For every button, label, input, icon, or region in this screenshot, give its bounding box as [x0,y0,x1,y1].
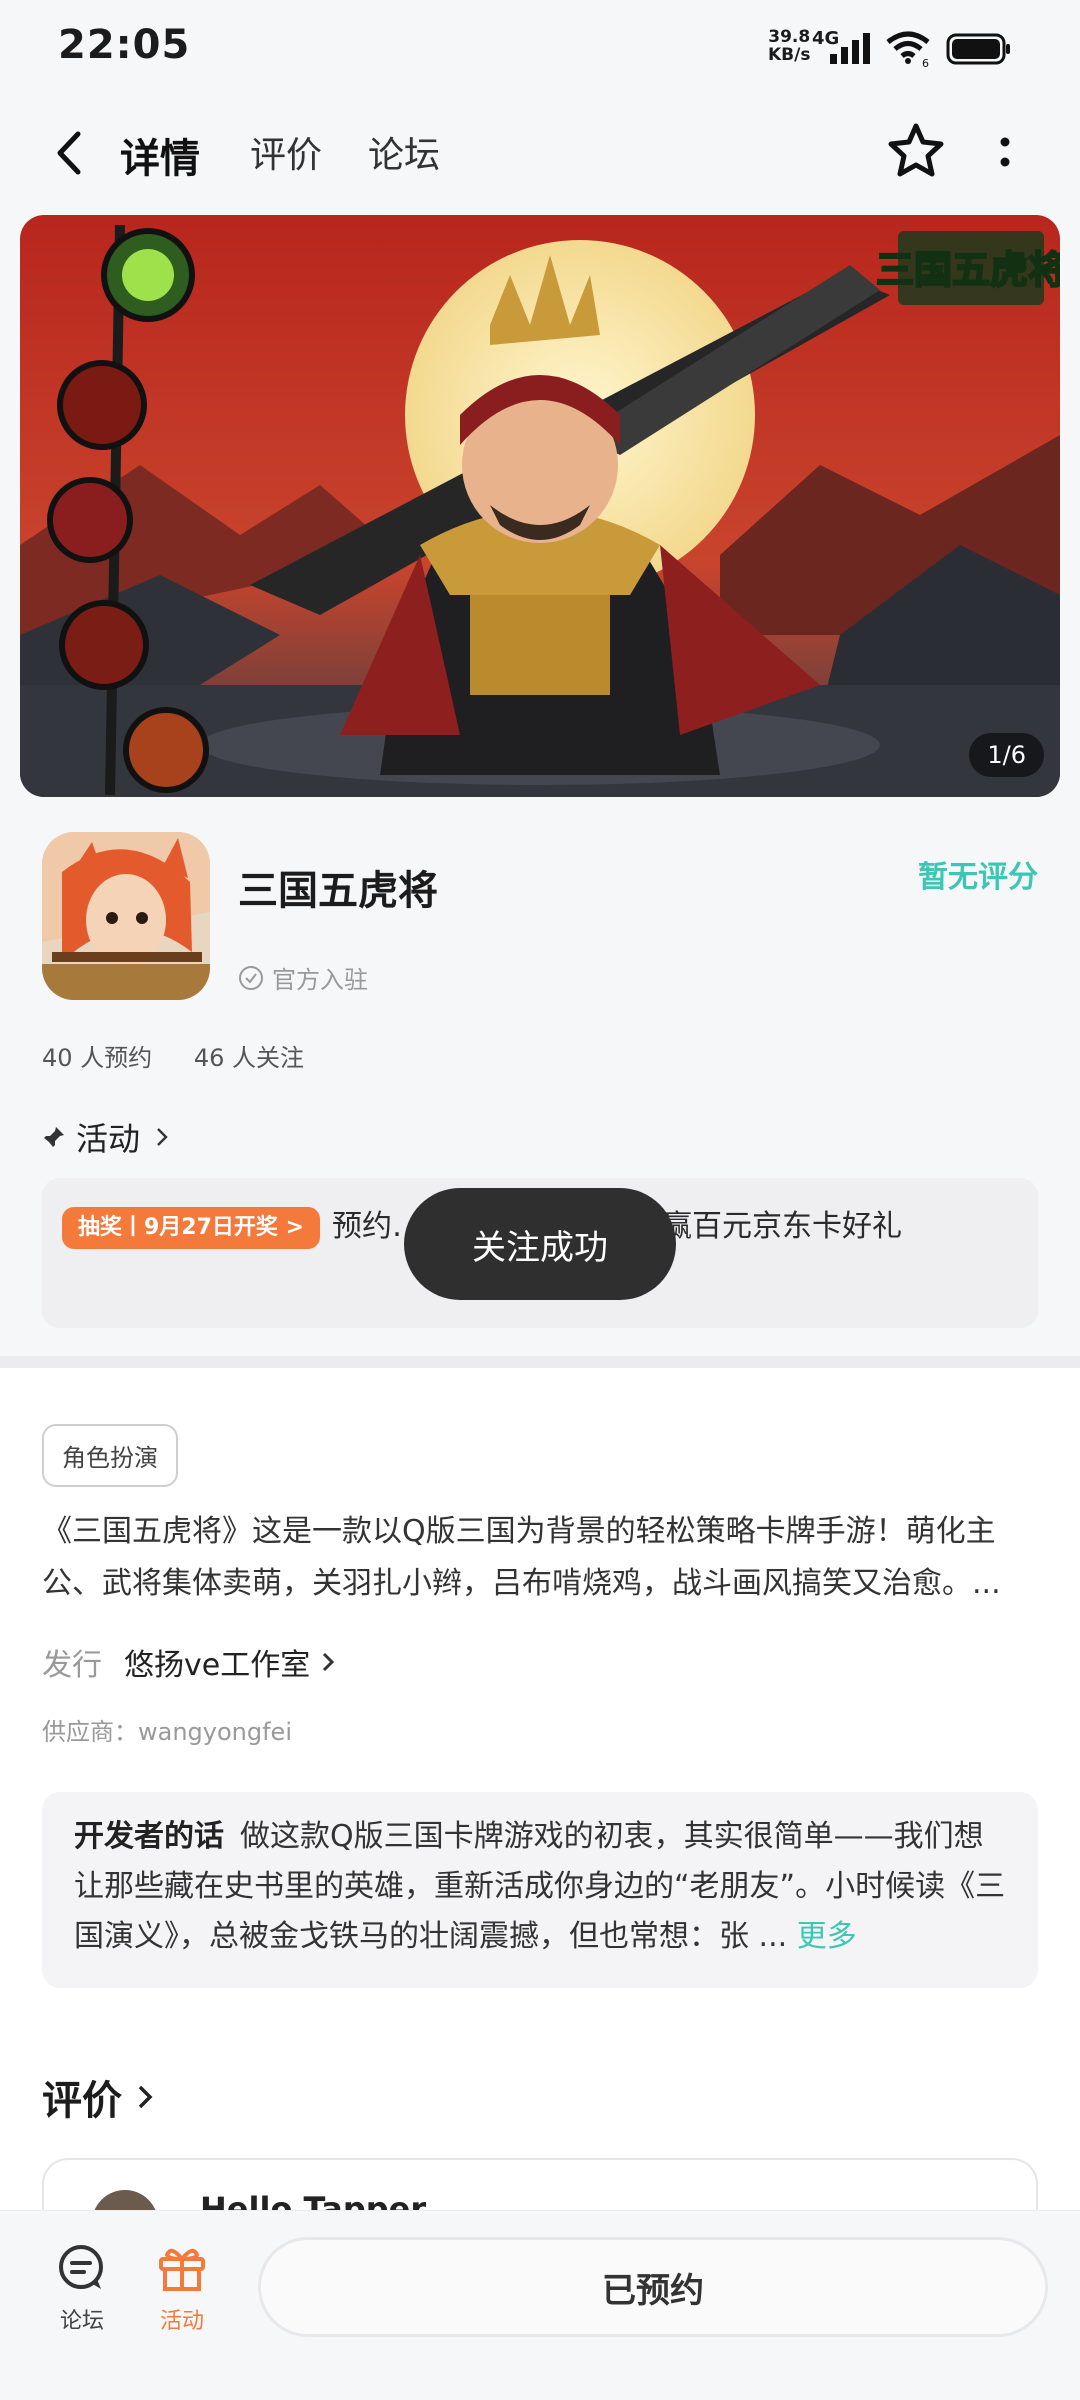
lottery-badge: 抽奖丨9月27日开奖 > [62,1206,321,1249]
carousel-counter: 1/6 [969,733,1044,777]
game-app-icon [42,832,210,1000]
tab-reviews[interactable]: 评价 [250,126,322,178]
activity-section-header[interactable]: 活动 [42,1114,174,1160]
toast-notification: 关注成功 [404,1188,676,1300]
bottom-activity-button[interactable]: 活动 [142,2241,222,2335]
reserved-button[interactable]: 已预约 [258,2237,1048,2337]
back-arrow-icon[interactable] [50,128,90,178]
signal-icon [830,33,870,64]
game-title: 三国五虎将 [238,868,438,914]
official-badge: 官方入驻 [238,960,368,995]
banner-artwork: 三国五虎将 [20,215,1060,797]
battery-icon [946,33,1010,65]
chevron-right-icon [157,1128,168,1146]
genre-tag[interactable]: 角色扮演 [42,1424,178,1487]
gift-icon [159,2248,205,2291]
top-navigation: 详情 评价 论坛 [0,110,1080,200]
publisher-label: 发行 [42,1648,102,1683]
reservation-count: 40 人预约 [42,1044,153,1072]
app-detail-page: 22:05 39.8 KB/s 4G 6 详情 评价 论坛 三国五虎将 1/6 … [0,0,1080,2400]
banner-title-art: 三国五虎将 [876,248,1060,292]
developer-note-card[interactable]: 开发者的话 做这款Q版三国卡牌游戏的初衷，其实很简单——我们想让那些藏在史书里的英… [42,1792,1038,1988]
reviews-section-header[interactable]: 评价 [42,2068,156,2126]
bottom-action-bar: 论坛 活动 已预约 [0,2210,1080,2400]
verified-check-icon [239,965,263,990]
svg-text:6: 6 [922,57,929,68]
screenshot-carousel[interactable]: 三国五虎将 1/6 [20,215,1060,797]
network-speed: 39.8 KB/s [768,27,811,65]
star-follow-icon[interactable] [884,120,948,184]
rating-status: 暂无评分 [918,860,1038,895]
status-time: 22:05 [58,22,191,68]
forum-chat-icon [59,2245,103,2289]
publisher-name: 悠扬ve工作室 [124,1648,311,1683]
game-stats: 40 人预约 46 人关注 [42,1038,338,1073]
publisher-row[interactable]: 发行 悠扬ve工作室 [42,1640,340,1684]
chevron-right-icon [323,1652,335,1672]
more-link[interactable]: 更多 [797,1919,857,1954]
developer-note-label: 开发者的话 [74,1819,224,1854]
chevron-right-icon [138,2085,153,2109]
wifi-icon: 6 [886,31,930,68]
bottom-forum-button[interactable]: 论坛 [42,2241,122,2335]
section-divider [0,1356,1080,1368]
tab-detail[interactable]: 详情 [114,126,206,184]
follower-count: 46 人关注 [193,1044,304,1072]
pin-icon [44,1127,64,1147]
status-bar: 22:05 39.8 KB/s 4G 6 [0,0,1080,100]
tab-forum[interactable]: 论坛 [368,126,440,178]
supplier-info: 供应商：wangyongfei [42,1718,292,1746]
more-options-icon[interactable] [990,132,1020,176]
game-description[interactable]: 《三国五虎将》这是一款以Q版三国为背景的轻松策略卡牌手游！萌化主公、武将集体卖萌… [42,1506,1042,1610]
